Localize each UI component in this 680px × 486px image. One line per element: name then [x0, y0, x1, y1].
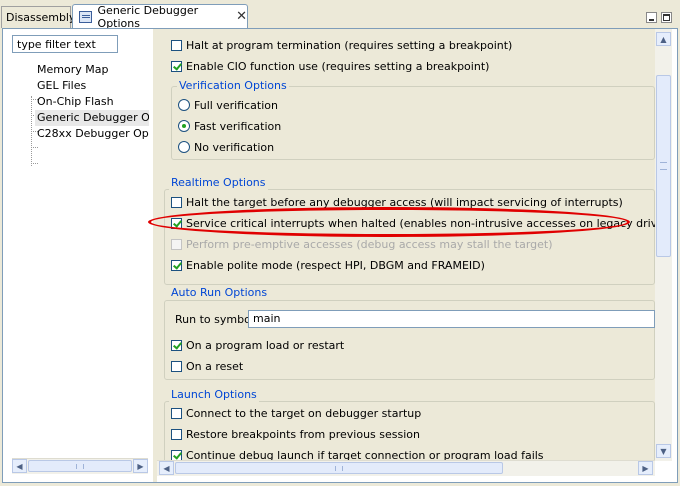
- close-icon[interactable]: ✕: [236, 9, 247, 24]
- radio-button[interactable]: [178, 141, 190, 153]
- tree-item-memory-map[interactable]: Memory Map: [37, 62, 149, 78]
- auto-run-options-title: Auto Run Options: [169, 286, 270, 300]
- minimize-button[interactable]: [646, 12, 657, 23]
- option-label: Enable polite mode (respect HPI, DBGM an…: [186, 258, 485, 272]
- checkbox[interactable]: [171, 60, 182, 72]
- option-label: Halt at program termination (requires se…: [186, 38, 513, 52]
- scroll-left-icon[interactable]: ◀: [159, 461, 174, 475]
- radio-button[interactable]: [178, 99, 190, 111]
- launch-options-title: Launch Options: [169, 388, 259, 402]
- tab-generic-debugger-options[interactable]: Generic Debugger Options ✕: [72, 3, 248, 30]
- editor-tab-bar: Disassembly Generic Debugger Options ✕: [0, 3, 680, 30]
- run-to-symbol-label: Run to symbol: [175, 312, 254, 326]
- option-label: Connect to the target on debugger startu…: [186, 406, 422, 420]
- radio-fast-verification[interactable]: Fast verification: [178, 118, 281, 134]
- filter-input[interactable]: [12, 35, 118, 53]
- run-to-symbol-input[interactable]: main: [248, 310, 655, 328]
- radio-button[interactable]: [178, 120, 190, 132]
- checkbox[interactable]: [171, 196, 182, 208]
- option-halt-at-termination[interactable]: Halt at program termination (requires se…: [171, 37, 512, 53]
- options-icon: [79, 10, 92, 23]
- tab-disassembly-label: Disassembly: [6, 11, 76, 24]
- option-label: Halt the target before any debugger acce…: [186, 195, 623, 209]
- tree-item-c28xx-debugger-options[interactable]: C28xx Debugger Options: [37, 126, 149, 142]
- option-pre-emptive-accesses: Perform pre-emptive accesses (debug acce…: [171, 236, 553, 252]
- scrollbar-thumb[interactable]: [28, 460, 132, 472]
- checkbox[interactable]: [171, 339, 182, 351]
- checkbox[interactable]: [171, 407, 182, 419]
- content-horizontal-scrollbar[interactable]: ◀ ▶: [157, 460, 655, 476]
- content-vertical-scrollbar[interactable]: ▲ ▼: [655, 29, 672, 461]
- checkbox[interactable]: [171, 360, 182, 372]
- checkbox[interactable]: [171, 428, 182, 440]
- checkbox[interactable]: [171, 259, 182, 271]
- scroll-left-icon[interactable]: ◀: [12, 459, 27, 473]
- radio-label: Fast verification: [194, 119, 282, 133]
- scroll-up-icon[interactable]: ▲: [656, 32, 671, 46]
- checkbox[interactable]: [171, 217, 182, 229]
- option-continue-launch-on-failure[interactable]: Continue debug launch if target connecti…: [171, 447, 544, 461]
- maximize-button[interactable]: [661, 12, 672, 23]
- radio-full-verification[interactable]: Full verification: [178, 97, 278, 113]
- option-label: On a program load or restart: [186, 338, 345, 352]
- option-label: Perform pre-emptive accesses (debug acce…: [186, 237, 553, 251]
- option-label: Service critical interrupts when halted …: [186, 216, 655, 230]
- scroll-right-icon[interactable]: ▶: [133, 459, 148, 473]
- checkbox[interactable]: [171, 39, 182, 51]
- scrollbar-thumb[interactable]: [656, 75, 671, 257]
- option-halt-before-access[interactable]: Halt the target before any debugger acce…: [171, 194, 623, 210]
- tree-connector: [31, 147, 38, 148]
- radio-no-verification[interactable]: No verification: [178, 139, 274, 155]
- verification-options-title: Verification Options: [177, 79, 289, 93]
- tree-item-gel-files[interactable]: GEL Files: [37, 78, 149, 94]
- tab-disassembly[interactable]: Disassembly: [1, 6, 76, 28]
- option-run-on-reset[interactable]: On a reset: [171, 358, 243, 374]
- checkbox: [171, 238, 182, 250]
- tab-generic-debugger-options-label: Generic Debugger Options: [97, 3, 199, 30]
- tree-horizontal-scrollbar[interactable]: ◀ ▶: [12, 458, 148, 474]
- scroll-down-icon[interactable]: ▼: [656, 444, 671, 458]
- radio-label: Full verification: [194, 98, 278, 112]
- radio-label: No verification: [194, 140, 275, 154]
- scrollbar-thumb[interactable]: [175, 462, 503, 474]
- option-label: Restore breakpoints from previous sessio…: [186, 427, 420, 441]
- option-enable-cio[interactable]: Enable CIO function use (requires settin…: [171, 58, 489, 74]
- tree-item-on-chip-flash[interactable]: On-Chip Flash: [37, 94, 149, 110]
- option-run-on-load[interactable]: On a program load or restart: [171, 337, 344, 353]
- checkbox[interactable]: [171, 449, 182, 461]
- tree-connector: [31, 163, 38, 164]
- scroll-right-icon[interactable]: ▶: [638, 461, 653, 475]
- realtime-options-title: Realtime Options: [169, 176, 268, 190]
- option-restore-breakpoints[interactable]: Restore breakpoints from previous sessio…: [171, 426, 420, 442]
- option-polite-mode[interactable]: Enable polite mode (respect HPI, DBGM an…: [171, 257, 485, 273]
- tree-item-generic-debugger-options[interactable]: Generic Debugger Options: [35, 110, 149, 126]
- option-connect-on-startup[interactable]: Connect to the target on debugger startu…: [171, 405, 421, 421]
- option-service-critical-interrupts[interactable]: Service critical interrupts when halted …: [171, 215, 655, 231]
- option-label: On a reset: [186, 359, 244, 373]
- option-label: Enable CIO function use (requires settin…: [186, 59, 490, 73]
- options-content: Halt at program termination (requires se…: [157, 29, 655, 461]
